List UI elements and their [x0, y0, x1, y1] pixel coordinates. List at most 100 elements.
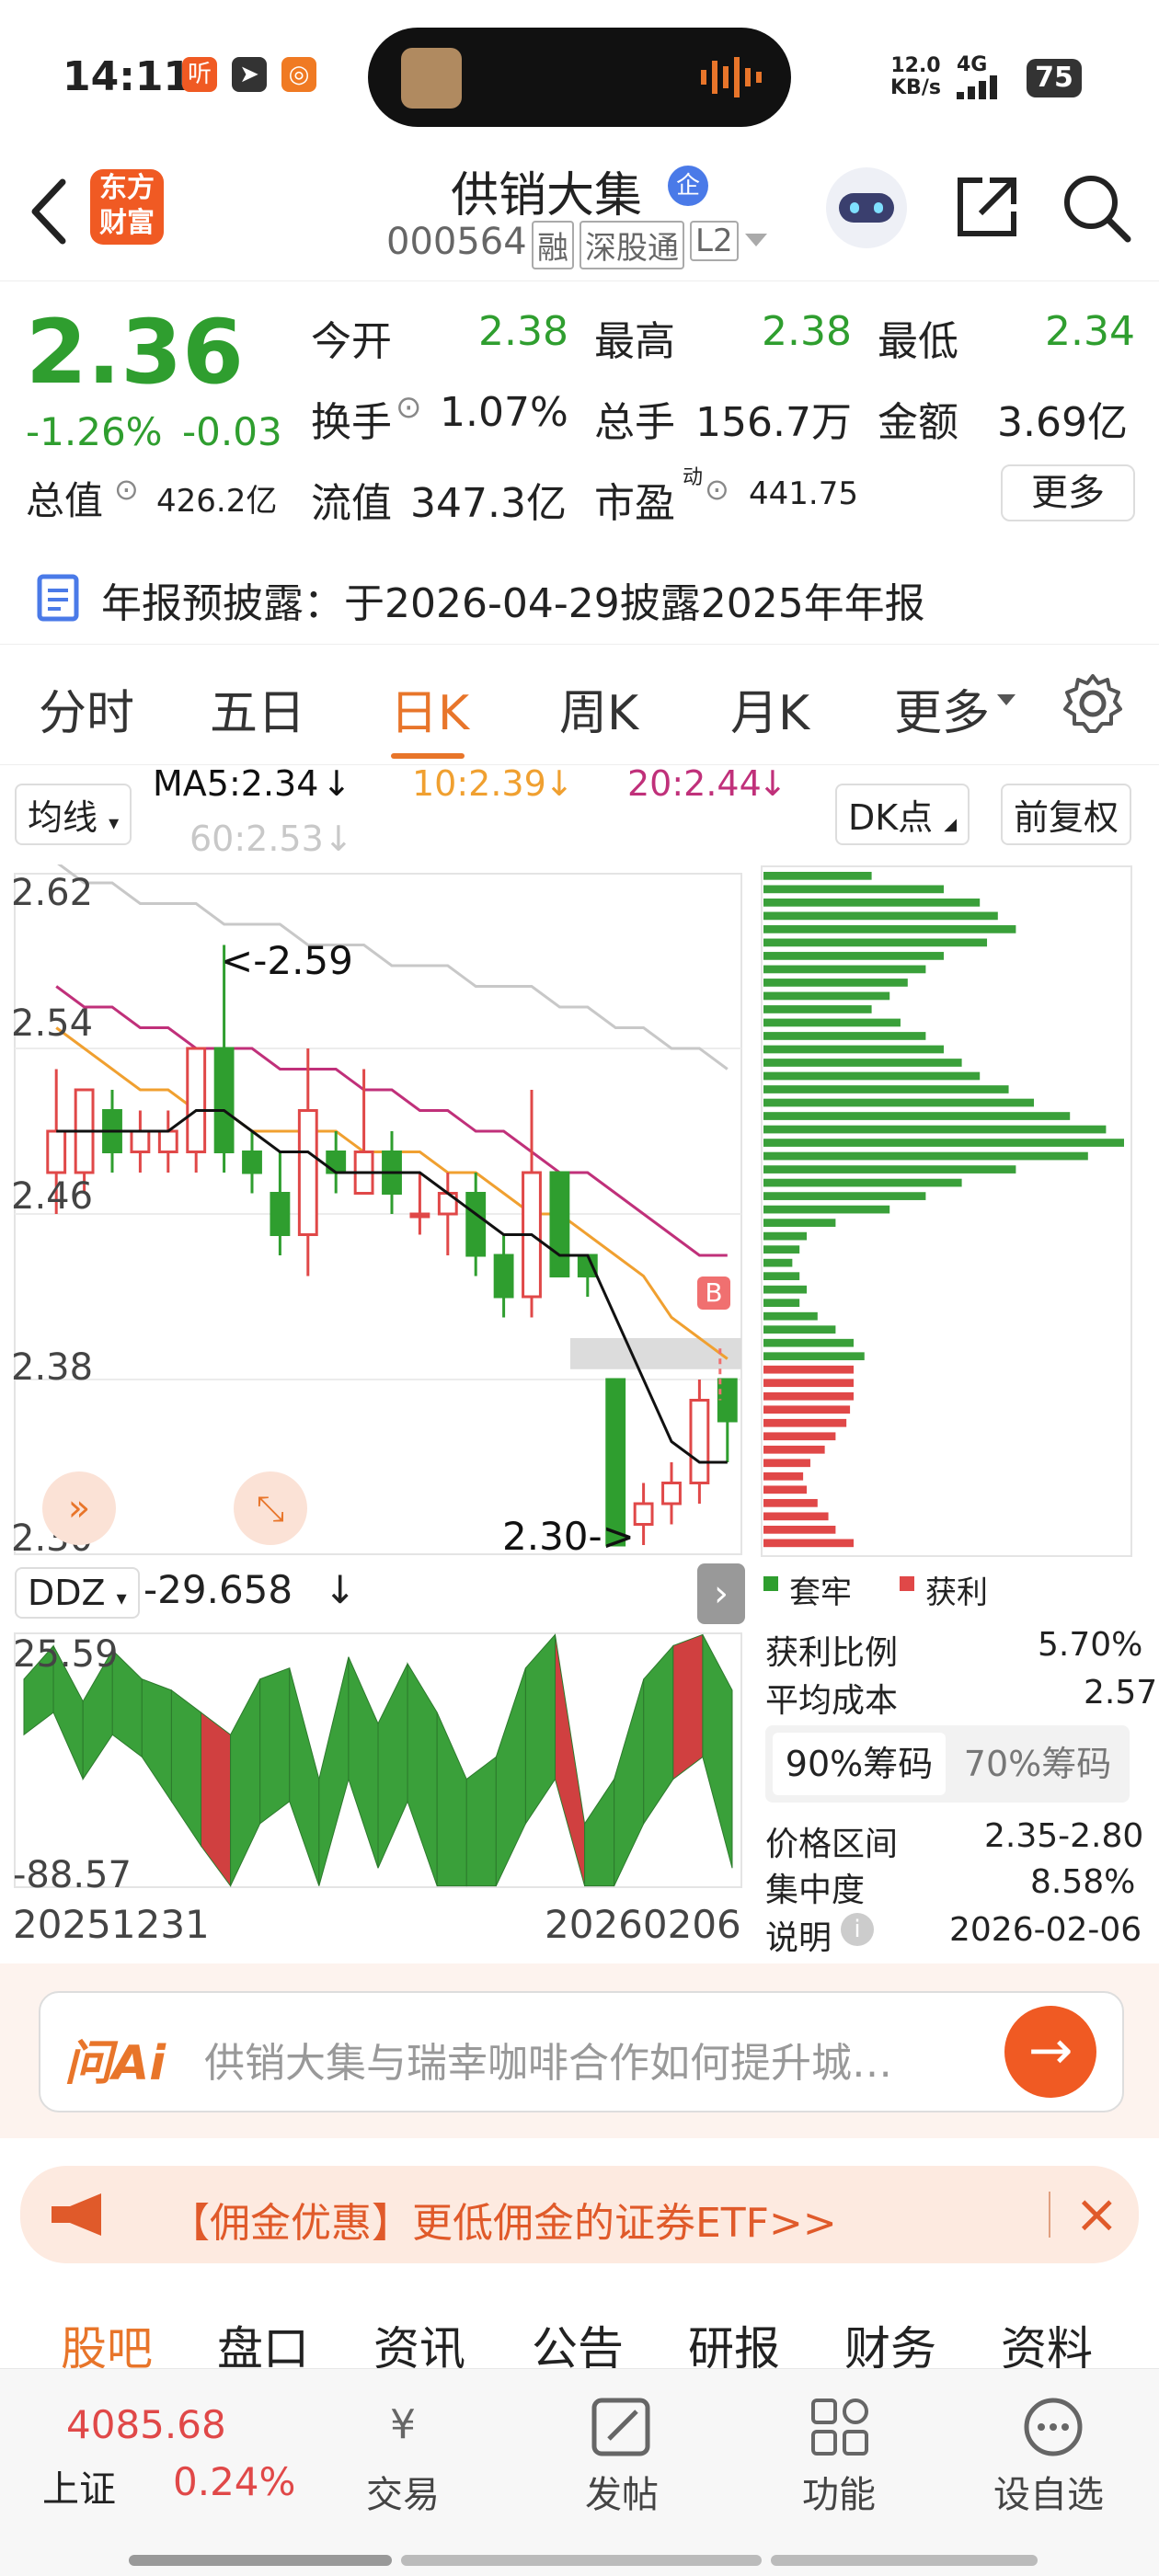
trade-icon[interactable]: ¥ [366, 2395, 440, 2456]
note-label: 说明 [765, 1919, 832, 1957]
ddz-band [524, 1633, 556, 1826]
candle [661, 1482, 682, 1506]
dk-point-button[interactable]: DK点 ◢ [835, 784, 970, 845]
trade-label[interactable]: 交易 [366, 2465, 440, 2518]
net-speed: 12.0 [890, 54, 941, 77]
back-icon[interactable] [26, 175, 72, 248]
stock-code: 000564 [386, 221, 527, 263]
app-grid-icon: ◎ [281, 57, 316, 92]
ddz-band [702, 1634, 733, 1869]
settings-gear-icon[interactable] [1061, 672, 1124, 735]
add-watchlist-label[interactable]: 设自选 [993, 2465, 1104, 2518]
low-label: 最低 [878, 318, 958, 365]
candle [633, 1502, 654, 1526]
ai-question-bar[interactable]: 问Ai 供销大集与瑞幸咖啡合作如何提升城… → [39, 1991, 1124, 2112]
annot-high: <-2.59 [221, 938, 353, 983]
chip-bar [763, 1219, 836, 1227]
ddz-band [614, 1678, 645, 1886]
quote-panel: 2.36 -1.26% -0.03 今开 2.38 最高 2.38 最低 2.3… [0, 280, 1159, 529]
chip-bar [763, 1285, 808, 1294]
profit-ratio-label: 获利比例 [765, 1634, 899, 1672]
dropdown-icon[interactable] [745, 234, 767, 248]
open-value: 2.38 [478, 308, 568, 355]
chip-bar [763, 1071, 981, 1081]
more-button[interactable]: 更多 [1001, 464, 1135, 521]
annual-report-banner[interactable]: 年报预披露：于2026-04-29披露2025年年报 [0, 543, 1159, 653]
chip-bar [763, 1471, 804, 1481]
chip-bar [763, 1299, 800, 1308]
open-label: 今开 [311, 318, 392, 365]
candle [409, 1212, 430, 1219]
pe-sup: 动 [683, 466, 704, 489]
price-range-value: 2.35-2.80 [984, 1817, 1144, 1855]
tab-five-day[interactable]: 五日 [210, 674, 305, 743]
concentration-value: 8.58% [1030, 1863, 1136, 1901]
app-notify-icon: 听 [182, 57, 217, 92]
promo-text: 【佣金优惠】更低佣金的证券ETF>> [169, 2200, 837, 2247]
promo-banner[interactable]: 【佣金优惠】更低佣金的证券ETF>> × [20, 2166, 1139, 2263]
share-icon[interactable] [953, 173, 1021, 241]
tab-70-chips[interactable]: 70%筹码 [953, 1733, 1122, 1795]
functions-label[interactable]: 功能 [802, 2465, 876, 2518]
chip-bar [763, 1151, 1088, 1161]
info-icon[interactable]: ⊙ [705, 472, 729, 507]
indicator-selector[interactable]: 均线 ▾ [15, 784, 132, 845]
chip-bar [763, 1165, 1016, 1174]
post-label[interactable]: 发帖 [585, 2465, 659, 2518]
ma60-label: 60:2.53 [189, 819, 324, 859]
close-icon[interactable]: × [1074, 2182, 1119, 2245]
chip-bar [763, 1045, 944, 1054]
chip-bar [763, 991, 890, 1001]
index-value[interactable]: 4085.68 [66, 2402, 226, 2447]
ddz-band [170, 1689, 201, 1848]
ddz-top: 25.59 [13, 1633, 119, 1676]
info-icon[interactable]: ⊙ [396, 389, 422, 426]
document-icon [37, 574, 79, 622]
info-icon[interactable]: ⊙ [114, 472, 139, 507]
ai-submit-arrow-icon[interactable]: → [1004, 2006, 1096, 2098]
ai-robot-icon[interactable] [826, 167, 907, 248]
tab-90-chips[interactable]: 90%筹码 [773, 1733, 946, 1795]
chip-bar [763, 965, 926, 974]
collapse-panel-icon[interactable]: › [697, 1563, 745, 1624]
buy-marker[interactable]: B [697, 1277, 730, 1310]
ddz-selector[interactable]: DDZ ▾ [15, 1567, 140, 1619]
chip-bar [763, 1005, 872, 1013]
mktcap-label: 总值 [26, 478, 104, 523]
chip-bar [763, 1352, 865, 1361]
tab-intraday[interactable]: 分时 [39, 674, 134, 743]
chip-bar [763, 925, 1016, 933]
status-time: 14:11 [63, 53, 192, 100]
functions-grid-icon[interactable] [808, 2395, 872, 2459]
tab-weekly-k[interactable]: 周K [559, 674, 638, 743]
tab-monthly-k[interactable]: 月K [730, 674, 809, 743]
price-range-label: 价格区间 [765, 1826, 899, 1863]
chip-bar [763, 1338, 854, 1347]
post-edit-icon[interactable] [589, 2395, 653, 2459]
kline-chart[interactable] [0, 864, 754, 1563]
active-tab-indicator [391, 753, 465, 759]
chip-distribution-chart [761, 865, 1132, 1557]
chip-bar [763, 1405, 851, 1414]
chip-bar [763, 1018, 901, 1027]
add-watchlist-icon[interactable] [1021, 2395, 1085, 2459]
chip-tabs: 90%筹码 70%筹码 [765, 1725, 1130, 1803]
chip-bar [763, 1085, 1009, 1093]
volume-label: 总手 [594, 399, 675, 446]
info-icon[interactable]: i [841, 1913, 874, 1946]
tab-daily-k[interactable]: 日K [390, 674, 469, 743]
legend-loss: 套牢 [789, 1574, 852, 1611]
profit-ratio-value: 5.70% [1038, 1626, 1143, 1664]
chip-bar [763, 1391, 854, 1401]
avg-cost-value: 2.57 [1084, 1674, 1158, 1712]
tab-more[interactable]: 更多 [894, 674, 990, 743]
dk-label: DK点 [848, 797, 934, 838]
fullscreen-icon[interactable]: ⤡ [234, 1471, 307, 1545]
tag-connect: 深股通 [580, 221, 684, 269]
candle [465, 1192, 487, 1257]
adjust-button[interactable]: 前复权 [1001, 784, 1132, 845]
ddz-bottom: -88.57 [13, 1854, 132, 1896]
expand-right-icon[interactable]: » [42, 1471, 116, 1545]
ddz-band [584, 1777, 615, 1887]
search-icon[interactable] [1060, 171, 1133, 245]
